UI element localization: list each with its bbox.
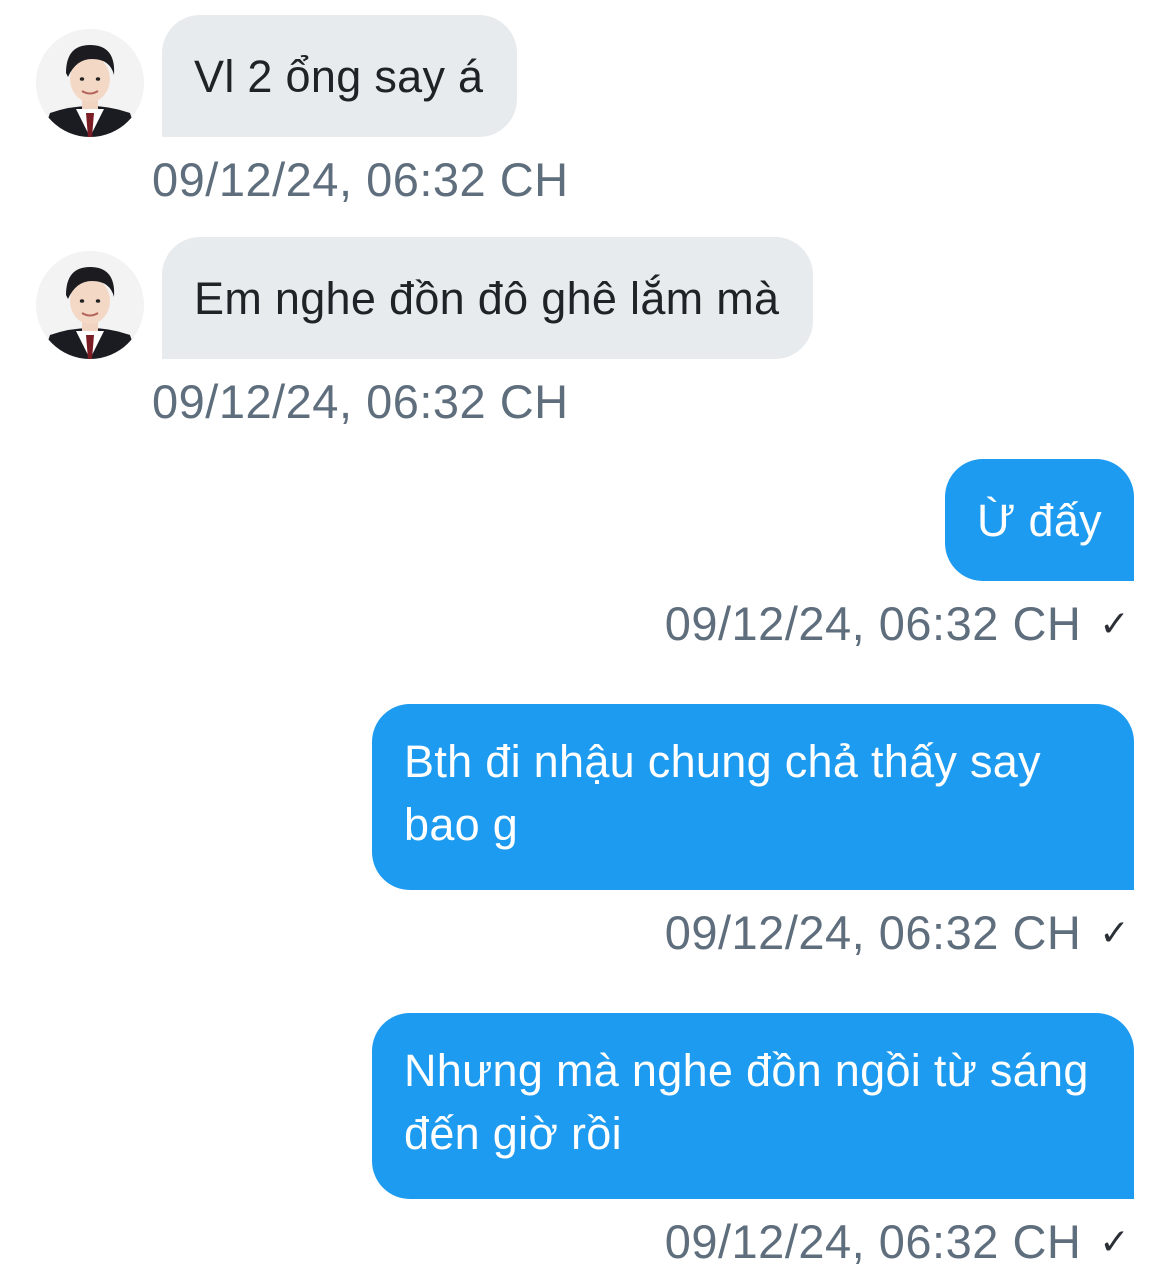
message-text: Bth đi nhậu chung chả thấy say bao g — [404, 736, 1041, 850]
message-text: Em nghe đồn đô ghê lắm mà — [194, 272, 780, 324]
avatar-portrait-icon — [36, 29, 144, 137]
message-timestamp: 09/12/24, 06:32 CH ✓ — [664, 1215, 1130, 1268]
message-text: Vl 2 ổng say á — [194, 50, 484, 102]
avatar[interactable] — [36, 251, 144, 359]
message-text: Ừ đấy — [977, 494, 1102, 546]
avatar-portrait-icon — [36, 251, 144, 359]
sent-check-icon: ✓ — [1099, 1221, 1130, 1262]
message-timestamp: 09/12/24, 06:32 CH — [152, 153, 569, 206]
sent-check-icon: ✓ — [1099, 912, 1130, 953]
incoming-message-bubble[interactable]: Vl 2 ổng say á — [162, 15, 518, 137]
outgoing-message-bubble[interactable]: Ừ đấy — [945, 459, 1134, 581]
message-timestamp: 09/12/24, 06:32 CH ✓ — [664, 597, 1130, 650]
message-text: Nhưng mà nghe đồn ngồi từ sáng đến giờ r… — [404, 1045, 1089, 1159]
outgoing-message-bubble[interactable]: Bth đi nhậu chung chả thấy say bao g — [372, 704, 1134, 890]
message-timestamp: 09/12/24, 06:32 CH — [152, 375, 569, 428]
outgoing-message-bubble[interactable]: Nhưng mà nghe đồn ngồi từ sáng đến giờ r… — [372, 1013, 1134, 1199]
message-timestamp: 09/12/24, 06:32 CH ✓ — [664, 906, 1130, 959]
avatar[interactable] — [36, 29, 144, 137]
sent-check-icon: ✓ — [1099, 603, 1130, 644]
incoming-message-bubble[interactable]: Em nghe đồn đô ghê lắm mà — [162, 237, 814, 359]
